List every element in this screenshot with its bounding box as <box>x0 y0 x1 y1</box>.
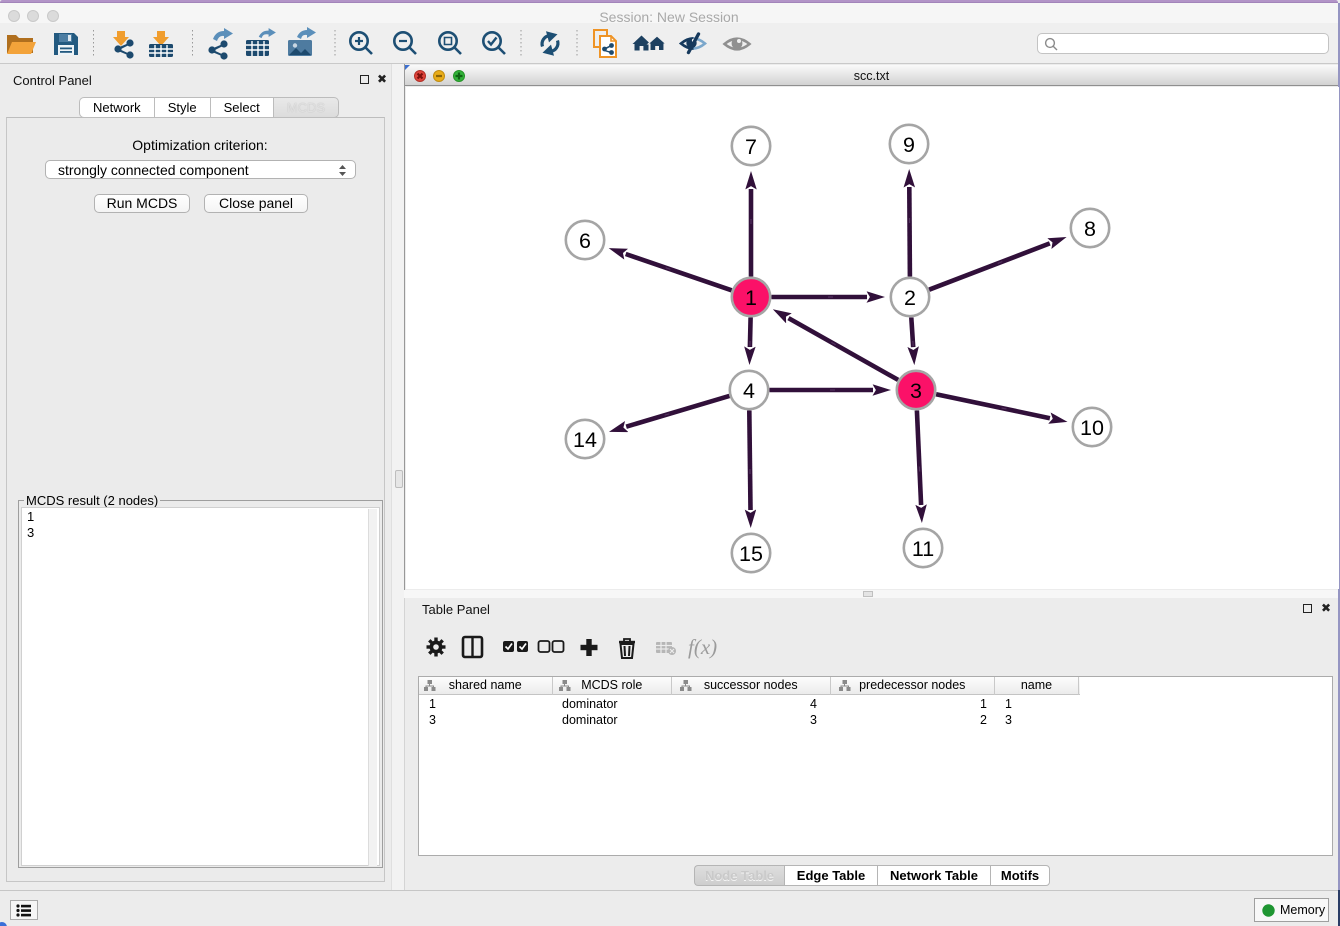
svg-text:9: 9 <box>903 133 915 157</box>
svg-text:2: 2 <box>904 286 916 310</box>
svg-text:4: 4 <box>743 379 755 403</box>
svg-text:15: 15 <box>739 542 763 566</box>
svg-text:7: 7 <box>745 135 757 159</box>
svg-text:11: 11 <box>912 537 934 561</box>
svg-text:3: 3 <box>910 379 922 403</box>
svg-text:f(x): f(x) <box>688 635 717 659</box>
svg-text:14: 14 <box>573 428 597 452</box>
svg-text:10: 10 <box>1080 416 1104 440</box>
svg-text:8: 8 <box>1084 217 1096 241</box>
svg-text:6: 6 <box>579 229 591 253</box>
svg-text:1: 1 <box>745 286 757 310</box>
